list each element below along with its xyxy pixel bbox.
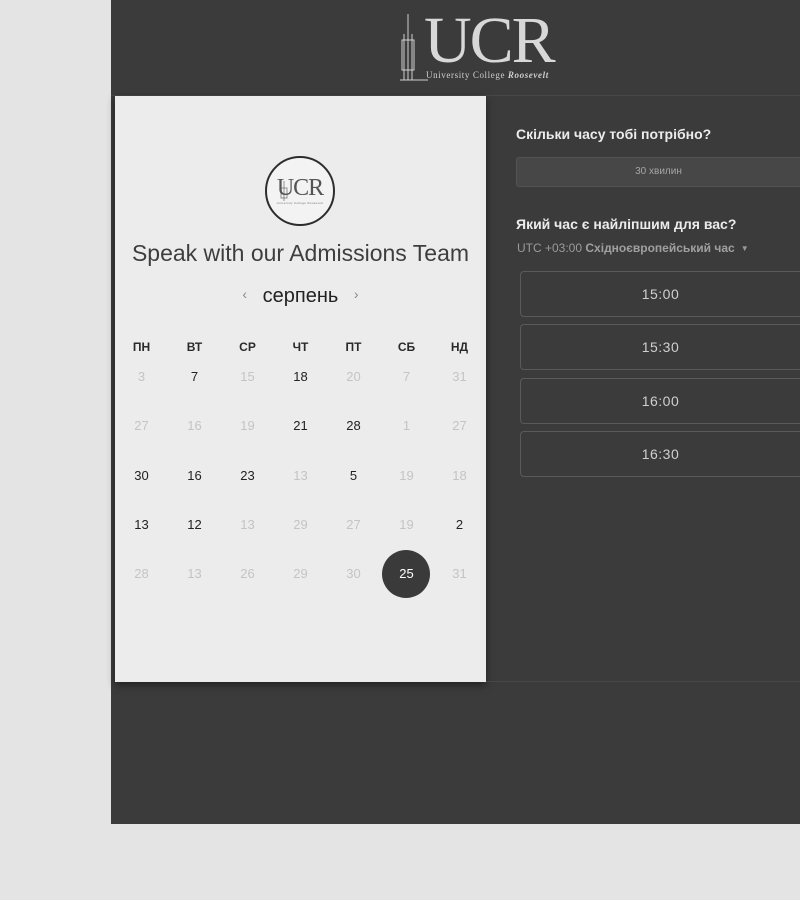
- calendar-day: 29: [293, 566, 308, 581]
- calendar-day[interactable]: 21: [274, 416, 327, 436]
- card-logo-letters: UCR: [276, 175, 324, 201]
- weekday-header: ПН ВТ СР ЧТ ПТ СБ НД: [115, 340, 486, 354]
- weekday-label: НД: [450, 340, 469, 354]
- calendar-day[interactable]: 13: [115, 515, 168, 535]
- calendar-day[interactable]: 16: [168, 466, 221, 486]
- calendar-day[interactable]: 30: [115, 466, 168, 486]
- calendar-day: 27: [134, 418, 149, 433]
- calendar-day[interactable]: 18: [274, 367, 327, 387]
- time-slot-button[interactable]: 15:30: [520, 324, 800, 370]
- ucr-logo: UCR University College Roosevelt: [398, 4, 574, 84]
- card-logo-tagline: University College Roosevelt: [276, 201, 324, 205]
- next-month-icon[interactable]: ›: [344, 286, 369, 302]
- calendar-week: 28 13 26 29 30 25 31: [115, 564, 486, 584]
- calendar-day: 19: [240, 418, 255, 433]
- calendar-day: 1: [402, 418, 411, 433]
- calendar-day: 19: [399, 468, 414, 483]
- calendar-day: 31: [452, 566, 467, 581]
- weekday-label: ЧТ: [292, 340, 309, 354]
- duration-select[interactable]: 30 хвилин: [516, 157, 800, 187]
- calendar-day: 7: [402, 369, 411, 384]
- logo-tagline-prefix: University College: [426, 70, 506, 80]
- time-question: Який час є найліпшим для вас?: [516, 216, 737, 232]
- time-slot-button[interactable]: 15:00: [520, 271, 800, 317]
- weekday-label: СБ: [397, 340, 416, 354]
- calendar-day[interactable]: 7: [168, 367, 221, 387]
- calendar-day-selected[interactable]: 25: [380, 564, 433, 584]
- calendar-day: 27: [346, 517, 361, 532]
- calendar-day: 27: [452, 418, 467, 433]
- calendar-day[interactable]: 2: [433, 515, 486, 535]
- calendar-card: UCR University College Roosevelt Speak w…: [115, 96, 486, 682]
- timezone-name: Східноєвропейський час: [585, 241, 735, 255]
- logo-tagline: University College Roosevelt: [426, 70, 549, 80]
- month-nav: ‹ серпень ›: [115, 285, 486, 311]
- weekday-label: ВТ: [186, 340, 203, 354]
- time-slot-button[interactable]: 16:30: [520, 431, 800, 477]
- calendar-day[interactable]: 12: [168, 515, 221, 535]
- calendar-week: 3 7 15 18 20 7 31: [115, 367, 486, 387]
- calendar-week: 30 16 23 13 5 19 18: [115, 466, 486, 486]
- calendar-day: 20: [346, 369, 361, 384]
- calendar-day: 15: [240, 369, 255, 384]
- calendar-day: 30: [346, 566, 361, 581]
- logo-tagline-name: Roosevelt: [507, 70, 549, 80]
- weekday-label: СР: [239, 340, 256, 354]
- calendar-day[interactable]: 23: [221, 466, 274, 486]
- calendar-day: 26: [240, 566, 255, 581]
- duration-question: Скільки часу тобі потрібно?: [516, 126, 712, 142]
- calendar-day: 3: [137, 369, 146, 384]
- calendar-day[interactable]: 28: [327, 416, 380, 436]
- calendar-day: 18: [452, 468, 467, 483]
- logo-letters: UCR: [424, 4, 556, 77]
- card-logo: UCR University College Roosevelt: [265, 156, 335, 226]
- month-label: серпень: [262, 285, 339, 307]
- divider: [486, 681, 800, 682]
- weekday-label: ПТ: [345, 340, 362, 354]
- timezone-offset: UTC +03:00: [517, 241, 583, 255]
- calendar-day: 13: [187, 566, 202, 581]
- calendar-week: 13 12 13 29 27 19 2: [115, 515, 486, 535]
- calendar-day: 19: [399, 517, 414, 532]
- timezone-select[interactable]: UTC +03:00 Східноєвропейський час ▼: [517, 241, 749, 255]
- calendar-day: 13: [293, 468, 308, 483]
- calendar-day: 13: [240, 517, 255, 532]
- calendar-week: 27 16 19 21 28 1 27: [115, 416, 486, 436]
- prev-month-icon[interactable]: ‹: [232, 286, 257, 302]
- time-slot-button[interactable]: 16:00: [520, 378, 800, 424]
- calendar-day: 31: [452, 369, 467, 384]
- calendar-day: 16: [187, 418, 202, 433]
- weekday-label: ПН: [132, 340, 151, 354]
- card-title: Speak with our Admissions Team: [131, 240, 470, 266]
- calendar-day: 28: [134, 566, 149, 581]
- calendar-day[interactable]: 5: [327, 466, 380, 486]
- calendar-day: 29: [293, 517, 308, 532]
- caret-down-icon: ▼: [740, 244, 749, 253]
